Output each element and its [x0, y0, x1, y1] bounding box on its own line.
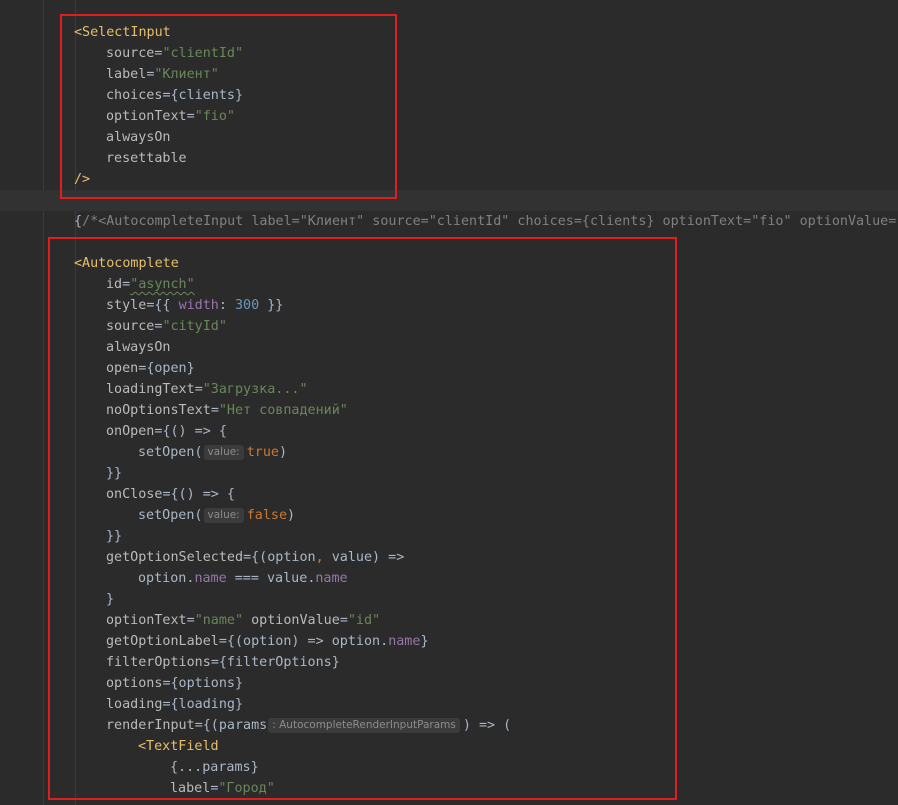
select-input-close-tag: />	[74, 172, 91, 187]
code-line[interactable]: setOpen(value: false)	[0, 505, 898, 526]
parameter-hint: value:	[203, 508, 244, 523]
code-line[interactable]: {...params}	[0, 757, 898, 778]
code-line[interactable]: />	[0, 169, 898, 190]
code-line[interactable]: optionText="fio"	[0, 106, 898, 127]
autocomplete-options-attr: options={options}	[106, 676, 244, 691]
code-line[interactable]: choices={clients}	[0, 85, 898, 106]
autocomplete-on-open-attr: onOpen={() => {	[106, 424, 227, 439]
autocomplete-loading-attr: loading={loading}	[106, 697, 244, 712]
on-close-close-braces: }}	[106, 529, 123, 544]
parameter-hint: value:	[203, 445, 244, 460]
select-input-source-attr: source="clientId"	[106, 46, 244, 61]
code-line[interactable]: <SelectInput	[0, 22, 898, 43]
code-line[interactable]: source="cityId"	[0, 316, 898, 337]
code-line[interactable]: id="asynch"	[0, 274, 898, 295]
code-line[interactable]: filterOptions={filterOptions}	[0, 652, 898, 673]
code-line[interactable]: getOptionSelected={(option, value) =>	[0, 547, 898, 568]
autocomplete-get-option-label-attr: getOptionLabel={(option) => option.name}	[106, 634, 429, 649]
autocomplete-open-tag: <Autocomplete	[74, 256, 179, 271]
code-line[interactable]: source="clientId"	[0, 43, 898, 64]
code-line[interactable]: label="Город"	[0, 778, 898, 799]
autocomplete-get-option-selected-attr: getOptionSelected={(option, value) =>	[106, 550, 405, 565]
commented-autocomplete-input: {/*<AutocompleteInput label="Клиент" sou…	[74, 214, 898, 229]
code-editor[interactable]: <SelectInput source="clientId" label="Кл…	[0, 0, 898, 805]
autocomplete-open-attr: open={open}	[106, 361, 195, 376]
on-open-close-braces: }}	[106, 466, 123, 481]
autocomplete-always-on-attr: alwaysOn	[106, 340, 171, 355]
code-line[interactable]: alwaysOn	[0, 337, 898, 358]
select-input-always-on-attr: alwaysOn	[106, 130, 171, 145]
autocomplete-render-input-attr: renderInput={(params: AutocompleteRender…	[106, 718, 512, 733]
select-input-label-attr: label="Клиент"	[106, 67, 219, 82]
code-line[interactable]	[0, 232, 898, 253]
code-line[interactable]: alwaysOn	[0, 127, 898, 148]
code-line[interactable]: <Autocomplete	[0, 253, 898, 274]
text-field-open-tag: <TextField	[138, 739, 219, 754]
autocomplete-no-options-text-attr: noOptionsText="Нет совпадений"	[106, 403, 348, 418]
text-field-spread-params: {...params}	[170, 760, 259, 775]
select-input-resettable-attr: resettable	[106, 151, 187, 166]
autocomplete-style-attr: style={{ width: 300 }}	[106, 298, 284, 313]
code-line[interactable]: }}	[0, 526, 898, 547]
code-line[interactable]: setOpen(value: true)	[0, 442, 898, 463]
code-line[interactable]: {/*<AutocompleteInput label="Клиент" sou…	[0, 211, 898, 232]
set-open-false-call: setOpen(value: false)	[138, 508, 296, 523]
code-line[interactable]: options={options}	[0, 673, 898, 694]
code-line[interactable]: option.name === value.name	[0, 568, 898, 589]
autocomplete-source-attr: source="cityId"	[106, 319, 227, 334]
code-line[interactable]: }}	[0, 463, 898, 484]
code-line[interactable]: noOptionsText="Нет совпадений"	[0, 400, 898, 421]
code-line[interactable]: <TextField	[0, 736, 898, 757]
autocomplete-id-attr: id="asynch"	[106, 277, 195, 292]
select-input-choices-attr: choices={clients}	[106, 88, 244, 103]
code-line[interactable]: onOpen={() => {	[0, 421, 898, 442]
autocomplete-filter-options-attr: filterOptions={filterOptions}	[106, 655, 340, 670]
code-line[interactable]: optionText="name" optionValue="id"	[0, 610, 898, 631]
code-line[interactable]: }	[0, 589, 898, 610]
autocomplete-loading-text-attr: loadingText="Загрузка..."	[106, 382, 308, 397]
code-line[interactable]: loadingText="Загрузка..."	[0, 379, 898, 400]
current-line[interactable]	[0, 190, 898, 211]
autocomplete-option-text-value-attrs: optionText="name" optionValue="id"	[106, 613, 381, 628]
text-field-label-attr: label="Город"	[170, 781, 275, 796]
select-input-option-text-attr: optionText="fio"	[106, 109, 235, 124]
code-line[interactable]: loading={loading}	[0, 694, 898, 715]
autocomplete-on-close-attr: onClose={() => {	[106, 487, 235, 502]
code-line[interactable]: onClose={() => {	[0, 484, 898, 505]
code-line[interactable]: resettable	[0, 148, 898, 169]
get-option-selected-close-brace: }	[106, 592, 115, 607]
option-name-comparison: option.name === value.name	[138, 571, 348, 586]
code-line[interactable]: open={open}	[0, 358, 898, 379]
code-line[interactable]: style={{ width: 300 }}	[0, 295, 898, 316]
code-line[interactable]: renderInput={(params: AutocompleteRender…	[0, 715, 898, 736]
code-line[interactable]: label="Клиент"	[0, 64, 898, 85]
set-open-true-call: setOpen(value: true)	[138, 445, 288, 460]
select-input-open-tag: <SelectInput	[74, 25, 171, 40]
type-hint: : AutocompleteRenderInputParams	[268, 718, 460, 733]
code-line[interactable]: getOptionLabel={(option) => option.name}	[0, 631, 898, 652]
